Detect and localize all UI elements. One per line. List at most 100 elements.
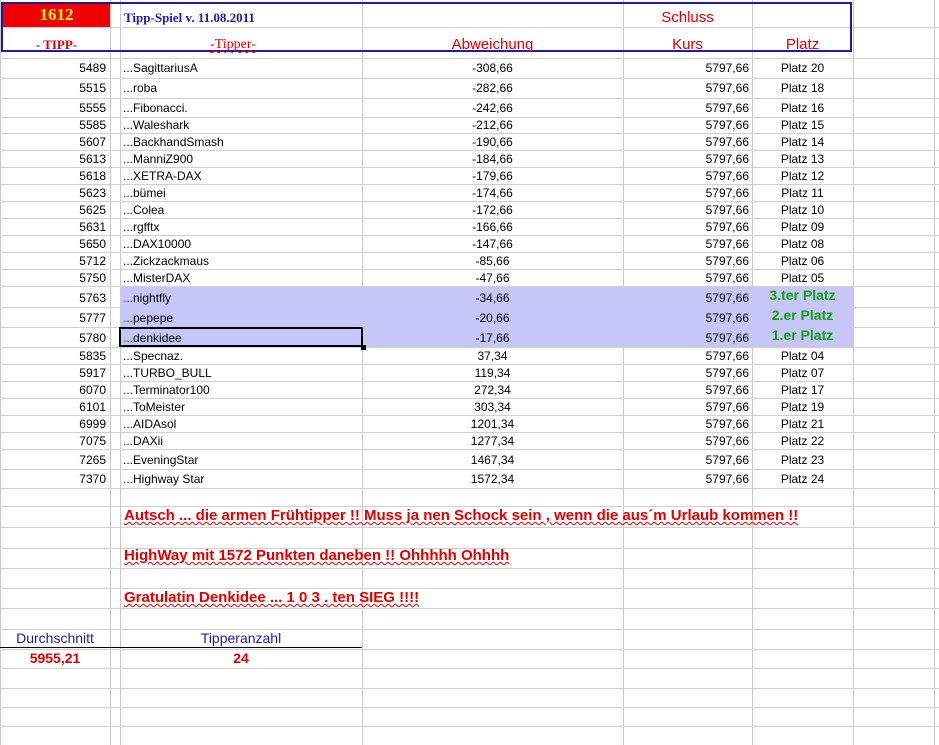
cell-tipper[interactable]: ...AIDAsol — [123, 417, 358, 431]
cell-kurs[interactable]: 5797,66 — [623, 291, 749, 305]
cell-tipp[interactable]: 5555 — [0, 101, 106, 115]
cell-platz[interactable]: Platz 11 — [752, 186, 853, 200]
cell-tipp[interactable]: 5625 — [0, 203, 106, 217]
cell-tipp[interactable]: 6070 — [0, 383, 106, 397]
cell-tipp[interactable]: 6101 — [0, 400, 106, 414]
cell-tipp[interactable]: 5607 — [0, 135, 106, 149]
cell-tipper[interactable]: ...Colea — [123, 203, 358, 217]
cell-kurs[interactable]: 5797,66 — [623, 254, 749, 268]
cell-platz[interactable]: Platz 24 — [752, 472, 853, 486]
cell-tipp[interactable]: 7265 — [0, 453, 106, 467]
cell-platz[interactable]: Platz 20 — [752, 61, 853, 75]
cell-kurs[interactable]: 5797,66 — [623, 400, 749, 414]
cell-kurs[interactable]: 5797,66 — [623, 135, 749, 149]
cell-tipp[interactable]: 5613 — [0, 152, 106, 166]
cell-platz[interactable]: Platz 15 — [752, 118, 853, 132]
cell-tipper[interactable]: ...BackhandSmash — [123, 135, 358, 149]
cell-tipp[interactable]: 7370 — [0, 472, 106, 486]
cell-abweichung[interactable]: -212,66 — [362, 118, 623, 132]
cell-kurs[interactable]: 5797,66 — [623, 383, 749, 397]
cell-tipp[interactable]: 5750 — [0, 271, 106, 285]
cell-abweichung[interactable]: -184,66 — [362, 152, 623, 166]
cell-abweichung[interactable]: -190,66 — [362, 135, 623, 149]
cell-tipp[interactable]: 5515 — [0, 81, 106, 95]
cell-kurs[interactable]: 5797,66 — [623, 311, 749, 325]
cell-platz[interactable]: Platz 10 — [752, 203, 853, 217]
cell-tipp[interactable]: 5489 — [0, 61, 106, 75]
cell-abweichung[interactable]: -20,66 — [362, 311, 623, 325]
cell-kurs[interactable]: 5797,66 — [623, 61, 749, 75]
cell-platz[interactable]: Platz 13 — [752, 152, 853, 166]
cell-tipper[interactable]: ...DAX10000 — [123, 237, 358, 251]
cell-kurs[interactable]: 5797,66 — [623, 472, 749, 486]
cell-tipp[interactable]: 5835 — [0, 349, 106, 363]
cell-tipper[interactable]: ...Terminator100 — [123, 383, 358, 397]
cell-kurs[interactable]: 5797,66 — [623, 186, 749, 200]
cell-abweichung[interactable]: 1572,34 — [362, 472, 623, 486]
cell-tipper[interactable]: ...Fibonacci. — [123, 101, 358, 115]
cell-tipper[interactable]: ...MisterDAX — [123, 271, 358, 285]
cell-platz[interactable]: Platz 21 — [752, 417, 853, 431]
cell-kurs[interactable]: 5797,66 — [623, 220, 749, 234]
cell-tipp[interactable]: 5917 — [0, 366, 106, 380]
cell-tipp[interactable]: 5712 — [0, 254, 106, 268]
cell-kurs[interactable]: 5797,66 — [623, 101, 749, 115]
cell-tipp[interactable]: 5618 — [0, 169, 106, 183]
cell-tipp[interactable]: 6999 — [0, 417, 106, 431]
cell-abweichung[interactable]: -34,66 — [362, 291, 623, 305]
cell-platz[interactable]: Platz 07 — [752, 366, 853, 380]
cell-tipp[interactable]: 5585 — [0, 118, 106, 132]
cell-tipper[interactable]: ...roba — [123, 81, 358, 95]
cell-platz[interactable]: Platz 23 — [752, 453, 853, 467]
cell-tipper[interactable]: ...ManniZ900 — [123, 152, 358, 166]
cell-abweichung[interactable]: 119,34 — [362, 366, 623, 380]
cell-abweichung[interactable]: -85,66 — [362, 254, 623, 268]
fill-handle[interactable] — [361, 345, 366, 350]
cell-kurs[interactable]: 5797,66 — [623, 331, 749, 345]
cell-tipper[interactable]: ...bümei — [123, 186, 358, 200]
cell-kurs[interactable]: 5797,66 — [623, 453, 749, 467]
cell-abweichung[interactable]: 272,34 — [362, 383, 623, 397]
cell-tipper[interactable]: ...Zickzackmaus — [123, 254, 358, 268]
cell-abweichung[interactable]: 1277,34 — [362, 434, 623, 448]
cell-platz[interactable]: Platz 08 — [752, 237, 853, 251]
cell-tipp[interactable]: 5780 — [0, 331, 106, 345]
cell-tipper[interactable]: ...nightfly — [123, 291, 358, 305]
cell-platz[interactable]: 3.ter Platz — [752, 288, 853, 302]
cell-abweichung[interactable]: 303,34 — [362, 400, 623, 414]
cell-kurs[interactable]: 5797,66 — [623, 271, 749, 285]
cell-tipp[interactable]: 5777 — [0, 311, 106, 325]
cell-tipper[interactable]: ...pepepe — [123, 311, 358, 325]
cell-tipper[interactable]: ...DAXii — [123, 434, 358, 448]
cell-kurs[interactable]: 5797,66 — [623, 152, 749, 166]
cell-platz[interactable]: Platz 09 — [752, 220, 853, 234]
cell-platz[interactable]: Platz 06 — [752, 254, 853, 268]
cell-platz[interactable]: Platz 05 — [752, 271, 853, 285]
cell-kurs[interactable]: 5797,66 — [623, 349, 749, 363]
cell-abweichung[interactable]: 1201,34 — [362, 417, 623, 431]
cell-kurs[interactable]: 5797,66 — [623, 417, 749, 431]
cell-abweichung[interactable]: -47,66 — [362, 271, 623, 285]
cell-abweichung[interactable]: -172,66 — [362, 203, 623, 217]
cell-platz[interactable]: Platz 16 — [752, 101, 853, 115]
cell-abweichung[interactable]: -17,66 — [362, 331, 623, 345]
cell-kurs[interactable]: 5797,66 — [623, 169, 749, 183]
cell-abweichung[interactable]: 1467,34 — [362, 453, 623, 467]
cell-tipper[interactable]: ...EveningStar — [123, 453, 358, 467]
cell-platz[interactable]: Platz 17 — [752, 383, 853, 397]
cell-kurs[interactable]: 5797,66 — [623, 118, 749, 132]
cell-kurs[interactable]: 5797,66 — [623, 366, 749, 380]
cell-tipper[interactable]: ...TURBO_BULL — [123, 366, 358, 380]
cell-platz[interactable]: Platz 14 — [752, 135, 853, 149]
cell-platz[interactable]: Platz 18 — [752, 81, 853, 95]
cell-tipper[interactable]: ...rgfftx — [123, 220, 358, 234]
cell-tipper[interactable]: ...XETRA-DAX — [123, 169, 358, 183]
cell-tipp[interactable]: 5623 — [0, 186, 106, 200]
cell-kurs[interactable]: 5797,66 — [623, 203, 749, 217]
cell-tipper[interactable]: ...Highway Star — [123, 472, 358, 486]
cell-abweichung[interactable]: -242,66 — [362, 101, 623, 115]
cell-tipper[interactable]: ...SagittariusA — [123, 61, 358, 75]
cell-tipp[interactable]: 7075 — [0, 434, 106, 448]
cell-abweichung[interactable]: -282,66 — [362, 81, 623, 95]
cell-kurs[interactable]: 5797,66 — [623, 434, 749, 448]
